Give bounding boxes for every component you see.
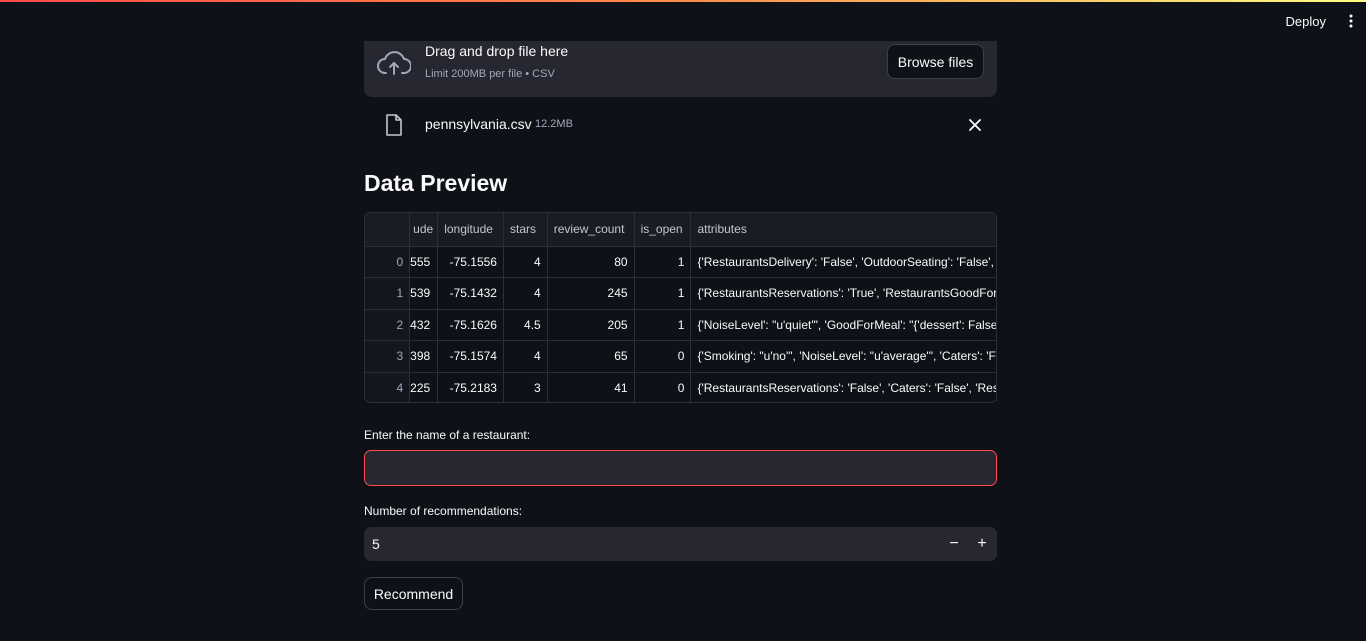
table-cell[interactable]: 432: [409, 309, 439, 341]
column-header-stars[interactable]: stars: [503, 213, 548, 247]
table-cell[interactable]: 555: [409, 246, 439, 278]
decrement-minus-icon[interactable]: −: [942, 532, 966, 556]
restaurant-name-label: Enter the name of a restaurant:: [364, 428, 531, 442]
uploaded-file-row: pennsylvania.csv 12.2MB: [364, 108, 997, 142]
table-row: 3 398 -75.1574 4 65 0 {'Smoking': "u'no'…: [365, 340, 996, 373]
row-index: 4: [365, 372, 411, 402]
table-cell[interactable]: 3: [503, 372, 548, 402]
table-cell[interactable]: 4: [503, 246, 548, 278]
table-header-row: ude longitude stars review_count is_open…: [365, 213, 996, 247]
table-cell[interactable]: 4.5: [503, 309, 548, 341]
row-index: 1: [365, 277, 411, 310]
table-cell[interactable]: 80: [547, 246, 635, 278]
browse-files-button[interactable]: Browse files: [887, 44, 984, 79]
table-row: 1 539 -75.1432 4 245 1 {'RestaurantsRese…: [365, 277, 996, 310]
uploader-title: Drag and drop file here: [425, 43, 569, 59]
row-index: 3: [365, 340, 411, 373]
dataframe-preview[interactable]: ude longitude stars review_count is_open…: [364, 212, 997, 403]
table-row: 2 432 -75.1626 4.5 205 1 {'NoiseLevel': …: [365, 309, 996, 341]
uploaded-file-name: pennsylvania.csv: [425, 116, 532, 132]
table-cell[interactable]: 1: [634, 309, 692, 341]
column-header-is-open[interactable]: is_open: [634, 213, 692, 247]
uploaded-file-size: 12.2MB: [535, 118, 573, 130]
recommendations-count-input[interactable]: 5 − +: [364, 527, 997, 561]
recommendations-count-value[interactable]: 5: [372, 536, 380, 552]
table-cell[interactable]: 398: [409, 340, 439, 373]
table-cell[interactable]: {'RestaurantsDelivery': 'False', 'Outdoo…: [690, 246, 996, 278]
table-cell[interactable]: {'RestaurantsReservations': 'True', 'Res…: [690, 277, 996, 310]
row-index: 2: [365, 309, 411, 341]
kebab-menu-icon[interactable]: [1346, 12, 1356, 30]
table-row: 0 555 -75.1556 4 80 1 {'RestaurantsDeliv…: [365, 246, 996, 278]
table-cell[interactable]: 4: [503, 340, 548, 373]
table-cell[interactable]: 1: [634, 277, 692, 310]
table-cell[interactable]: {'NoiseLevel': "u'quiet'", 'GoodForMeal'…: [690, 309, 996, 341]
table-cell[interactable]: 539: [409, 277, 439, 310]
index-column-header: [365, 213, 411, 247]
row-index: 0: [365, 246, 411, 278]
table-cell[interactable]: -75.1626: [437, 309, 504, 341]
table-cell[interactable]: 41: [547, 372, 635, 402]
file-icon: [385, 114, 403, 136]
column-header-review-count[interactable]: review_count: [547, 213, 635, 247]
table-cell[interactable]: 245: [547, 277, 635, 310]
file-uploader-dropzone[interactable]: Drag and drop file here Limit 200MB per …: [364, 41, 997, 97]
data-preview-heading: Data Preview: [364, 170, 508, 196]
top-decoration-bar: [0, 0, 1366, 2]
uploader-limit-text: Limit 200MB per file • CSV: [425, 68, 555, 80]
recommendations-count-label: Number of recommendations:: [364, 504, 523, 518]
table-cell[interactable]: {'RestaurantsReservations': 'False', 'Ca…: [690, 372, 996, 402]
table-cell[interactable]: 0: [634, 340, 692, 373]
column-header-latitude[interactable]: ude: [409, 213, 439, 247]
table-cell[interactable]: -75.1556: [437, 246, 504, 278]
remove-file-close-icon[interactable]: [967, 117, 983, 133]
recommend-button[interactable]: Recommend: [364, 577, 463, 610]
header-actions: Deploy: [1280, 8, 1356, 34]
table-cell[interactable]: 205: [547, 309, 635, 341]
table-cell[interactable]: 0: [634, 372, 692, 402]
increment-plus-icon[interactable]: +: [970, 532, 994, 556]
table-cell[interactable]: 1: [634, 246, 692, 278]
deploy-button[interactable]: Deploy: [1280, 10, 1332, 33]
table-cell[interactable]: -75.2183: [437, 372, 504, 402]
table-cell[interactable]: {'Smoking': "u'no'", 'NoiseLevel': "u'av…: [690, 340, 996, 373]
table-row: 4 225 -75.2183 3 41 0 {'RestaurantsReser…: [365, 372, 996, 402]
table-cell[interactable]: -75.1432: [437, 277, 504, 310]
table-cell[interactable]: 65: [547, 340, 635, 373]
table-cell[interactable]: 4: [503, 277, 548, 310]
dataframe-table: ude longitude stars review_count is_open…: [365, 213, 996, 402]
cloud-upload-icon: [377, 50, 412, 76]
column-header-attributes[interactable]: attributes: [690, 213, 996, 247]
table-cell[interactable]: 225: [409, 372, 439, 402]
table-cell[interactable]: -75.1574: [437, 340, 504, 373]
column-header-longitude[interactable]: longitude: [437, 213, 504, 247]
restaurant-name-input[interactable]: [364, 450, 997, 486]
